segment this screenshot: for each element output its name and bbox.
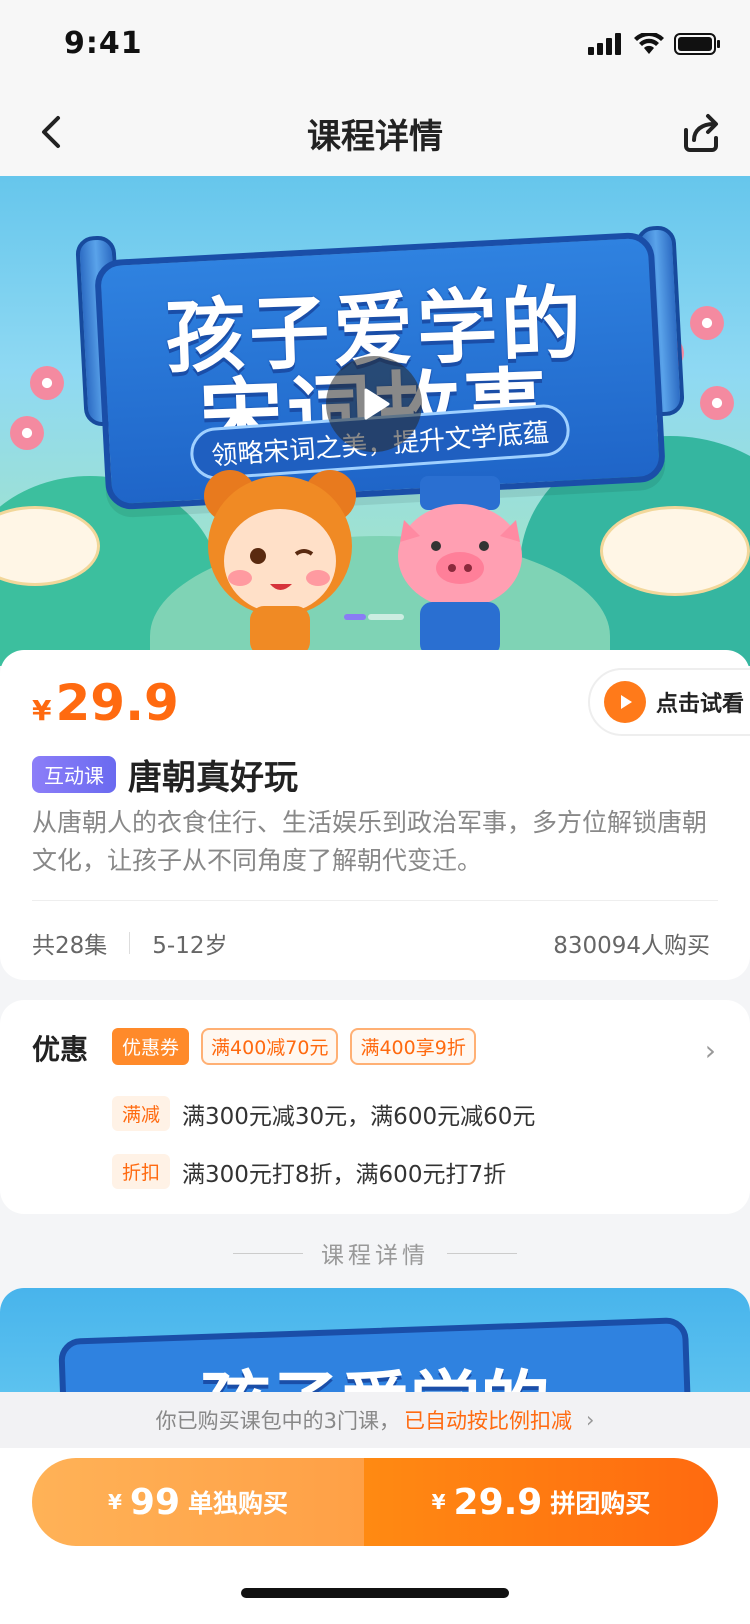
notice-text: 你已购买课包中的3门课， bbox=[155, 1409, 400, 1433]
detail-section-heading: 课程详情 bbox=[0, 1236, 750, 1270]
promotion-rule-text: 满300元减30元，满600元减60元 bbox=[182, 1103, 536, 1130]
status-bar: 9:41 bbox=[0, 0, 750, 90]
preview-title: 孩子爱学的 bbox=[0, 1348, 750, 1392]
status-icons bbox=[588, 32, 722, 56]
nav-bar: 课程详情 bbox=[0, 90, 750, 176]
age-range: 5-12岁 bbox=[152, 933, 228, 959]
buy-group-price: 29.9 bbox=[453, 1481, 543, 1523]
bear-character-illustration bbox=[204, 470, 356, 656]
notice-accent: 已自动按比例扣减 bbox=[403, 1409, 572, 1433]
purchase-bar: ¥ 99 单独购买 ¥ 29.9 拼团购买 bbox=[0, 1448, 750, 1624]
trial-watch-button[interactable]: 点击试看 bbox=[588, 668, 750, 736]
price-currency-symbol: ¥ bbox=[32, 694, 52, 727]
buy-group-currency: ¥ bbox=[431, 1490, 446, 1514]
coupon-tag: 满400享9折 bbox=[350, 1028, 476, 1065]
cellular-signal-icon bbox=[588, 33, 621, 55]
play-circle-icon bbox=[604, 681, 646, 723]
buy-single-button[interactable]: ¥ 99 单独购买 bbox=[32, 1458, 364, 1546]
play-video-button[interactable] bbox=[326, 356, 422, 452]
cloud-decoration bbox=[600, 506, 750, 596]
carousel-indicator bbox=[344, 614, 404, 620]
coupon-tag: 满400减70元 bbox=[201, 1028, 339, 1065]
buy-group-button[interactable]: ¥ 29.9 拼团购买 bbox=[364, 1458, 718, 1546]
share-icon[interactable] bbox=[676, 108, 726, 158]
course-description: 从唐朝人的衣食住行、生活娱乐到政治军事，多方位解锁唐朝文化，让孩子从不同角度了解… bbox=[32, 808, 708, 875]
interactive-course-tag: 互动课 bbox=[32, 756, 116, 793]
buy-single-currency: ¥ bbox=[107, 1490, 122, 1514]
buy-group-label: 拼团购买 bbox=[550, 1489, 651, 1518]
chevron-right-icon[interactable]: › bbox=[705, 1034, 716, 1067]
divider bbox=[447, 1252, 517, 1254]
page-title: 课程详情 bbox=[307, 116, 443, 157]
back-arrow-icon[interactable] bbox=[30, 110, 74, 154]
buyer-count: 830094人购买 bbox=[553, 933, 710, 959]
episode-count: 共28集 bbox=[32, 933, 108, 959]
course-meta: 共28集 5-12岁 830094人购买 bbox=[32, 926, 710, 960]
status-time: 9:41 bbox=[64, 26, 143, 61]
coupon-badge: 优惠券 bbox=[112, 1028, 190, 1065]
battery-icon bbox=[674, 33, 720, 55]
course-banner[interactable]: 孩子爱学的 宋词故事 领略宋词之美，提升文学底蕴 bbox=[0, 176, 750, 666]
discount-chip: 折扣 bbox=[112, 1154, 171, 1189]
course-info-card: ¥ 29.9 点击试看 互动课 唐朝真好玩 从唐朝人的衣食住行、生活娱乐到政治军… bbox=[0, 650, 750, 980]
buy-single-label: 单独购买 bbox=[188, 1489, 289, 1518]
play-icon bbox=[364, 388, 390, 420]
full-reduction-chip: 满减 bbox=[112, 1096, 171, 1131]
promotion-card[interactable]: 优惠 优惠券 满400减70元 满400享9折 › 满减 满300元减30元，满… bbox=[0, 1000, 750, 1214]
promotion-rule: 满减 满300元减30元，满600元减60元 bbox=[112, 1096, 535, 1131]
buy-single-price: 99 bbox=[129, 1481, 180, 1523]
promotion-label: 优惠 bbox=[32, 1033, 89, 1066]
home-indicator[interactable] bbox=[241, 1588, 509, 1598]
divider bbox=[32, 900, 718, 901]
detail-preview-image: 孩子爱学的 bbox=[0, 1288, 750, 1392]
course-title-row: 互动课 唐朝真好玩 bbox=[32, 750, 298, 799]
price-value: 29.9 bbox=[55, 674, 179, 732]
wifi-icon bbox=[634, 33, 664, 54]
coupon-tags: 优惠券 满400减70元 满400享9折 bbox=[112, 1028, 476, 1065]
divider bbox=[233, 1252, 303, 1254]
purchase-buttons: ¥ 99 单独购买 ¥ 29.9 拼团购买 bbox=[32, 1458, 718, 1546]
carousel-dot bbox=[368, 614, 404, 620]
chevron-right-icon: › bbox=[585, 1408, 595, 1432]
course-price: ¥ 29.9 bbox=[32, 674, 179, 732]
detail-section-title: 课程详情 bbox=[321, 1243, 429, 1269]
promotion-rule-text: 满300元打8折，满600元打7折 bbox=[182, 1161, 507, 1188]
course-title: 唐朝真好玩 bbox=[128, 758, 298, 798]
meta-separator bbox=[129, 932, 131, 954]
trial-watch-label: 点击试看 bbox=[656, 692, 745, 717]
carousel-dot-active bbox=[344, 614, 366, 620]
pig-character-illustration bbox=[398, 476, 522, 656]
promotion-rule: 折扣 满300元打8折，满600元打7折 bbox=[112, 1154, 506, 1189]
purchase-notice[interactable]: 你已购买课包中的3门课， 已自动按比例扣减 › bbox=[0, 1392, 750, 1448]
